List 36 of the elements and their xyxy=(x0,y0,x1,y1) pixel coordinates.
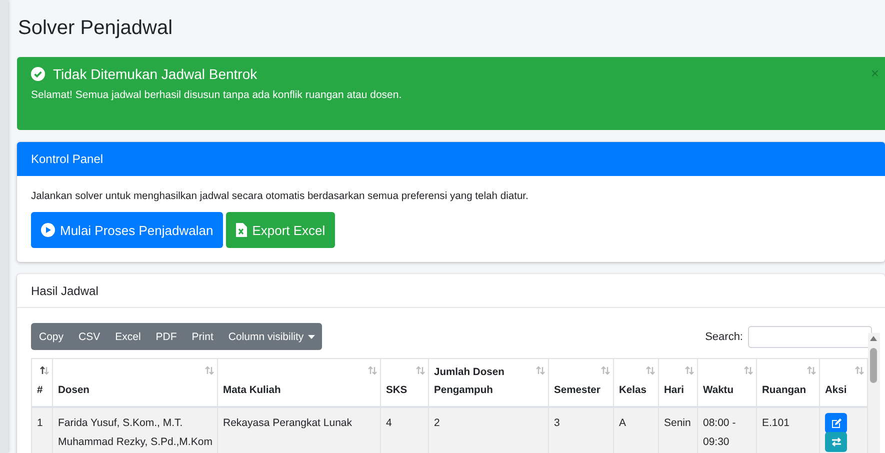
edit-icon xyxy=(830,418,842,428)
table-cell-text: Muhammad Rezky, S.Pd.,M.Kom xyxy=(58,435,213,450)
search-field[interactable] xyxy=(748,326,872,348)
toolbar-button[interactable]: Copy xyxy=(31,323,71,350)
toolbar-button[interactable]: Column visibility xyxy=(220,323,322,350)
toolbar-button[interactable]: Excel xyxy=(107,323,148,350)
toolbar-button[interactable]: Print xyxy=(184,323,220,350)
table-cell-text: A xyxy=(619,416,628,431)
alert-message: Selamat! Semua jadwal berhasil disusun tanpa ada konflik ruangan atau dosen. xyxy=(31,89,403,101)
table-cell-text: E.101 xyxy=(762,416,790,431)
scroll-up-icon[interactable] xyxy=(870,336,877,341)
scrollbar[interactable] xyxy=(868,333,880,453)
toolbar-button[interactable]: CSV xyxy=(70,323,108,350)
table-cell-text: 2 xyxy=(434,416,441,431)
search-label: Search: xyxy=(705,330,743,342)
check-circle-icon xyxy=(31,67,45,81)
swap-icon xyxy=(830,437,842,447)
table-cell-text: 4 xyxy=(386,416,393,431)
alert-title: Tidak Ditemukan Jadwal Bentrok xyxy=(53,66,258,82)
card-title: Hasil Jadwal xyxy=(31,284,98,298)
table-cell-text: 1 xyxy=(37,416,44,431)
description-text: Jalankan solver untuk menghasilkan jadwal secara otomatis berdasarkan semua preferensi yang telah diatur. xyxy=(31,191,530,202)
start-button[interactable]: Mulai Proses Penjadwalan xyxy=(31,212,224,248)
scrollbar-thumb[interactable] xyxy=(870,348,877,383)
table-cell-text: Rekayasa Perangkat Lunak xyxy=(223,416,353,431)
edit-button[interactable] xyxy=(825,413,847,433)
toolbar-button[interactable]: PDF xyxy=(148,323,184,350)
table-cell-text: 08:00 - 09:30 xyxy=(703,416,737,450)
excel-file-icon xyxy=(236,223,248,237)
card-title: Kontrol Panel xyxy=(31,152,104,166)
page-title: Solver Penjadwal xyxy=(17,16,174,41)
swap-button[interactable] xyxy=(825,432,847,452)
play-icon xyxy=(41,223,55,237)
table-cell-text: Senin xyxy=(664,416,692,431)
table-cell-text: Farida Yusuf, S.Kom., M.T. xyxy=(58,416,184,431)
table-cell-text: 3 xyxy=(554,416,561,431)
